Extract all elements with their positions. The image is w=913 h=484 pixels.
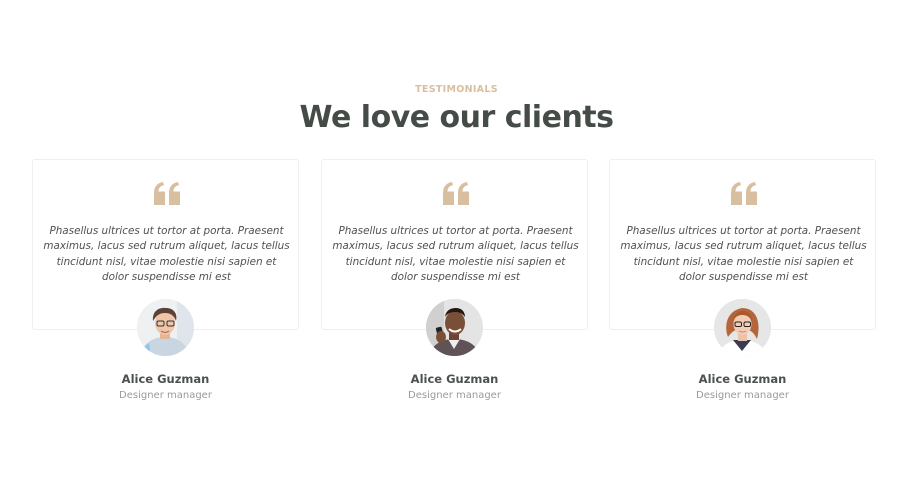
quote-icon — [730, 181, 758, 206]
avatar — [426, 299, 483, 356]
quote-icon — [442, 181, 470, 206]
testimonial-quote: Phasellus ultrices ut tortor at porta. P… — [620, 225, 867, 283]
client-role: Designer manager — [119, 390, 212, 401]
section-eyebrow: TESTIMONIALS — [415, 84, 498, 95]
quote-icon — [153, 181, 181, 206]
testimonial-card: Phasellus ultrices ut tortor at porta. P… — [321, 159, 588, 409]
client-role: Designer manager — [408, 390, 501, 401]
testimonial-card: Phasellus ultrices ut tortor at porta. P… — [609, 159, 876, 409]
client-name: Alice Guzman — [698, 372, 787, 386]
avatar — [137, 299, 194, 356]
client-name: Alice Guzman — [410, 372, 499, 386]
testimonial-quote: Phasellus ultrices ut tortor at porta. P… — [332, 225, 579, 283]
client-role: Designer manager — [696, 390, 789, 401]
section-title: We love our clients — [299, 100, 614, 135]
testimonial-quote: Phasellus ultrices ut tortor at porta. P… — [43, 225, 290, 283]
testimonial-card: Phasellus ultrices ut tortor at porta. P… — [32, 159, 299, 409]
avatar — [714, 299, 771, 356]
client-name: Alice Guzman — [121, 372, 210, 386]
